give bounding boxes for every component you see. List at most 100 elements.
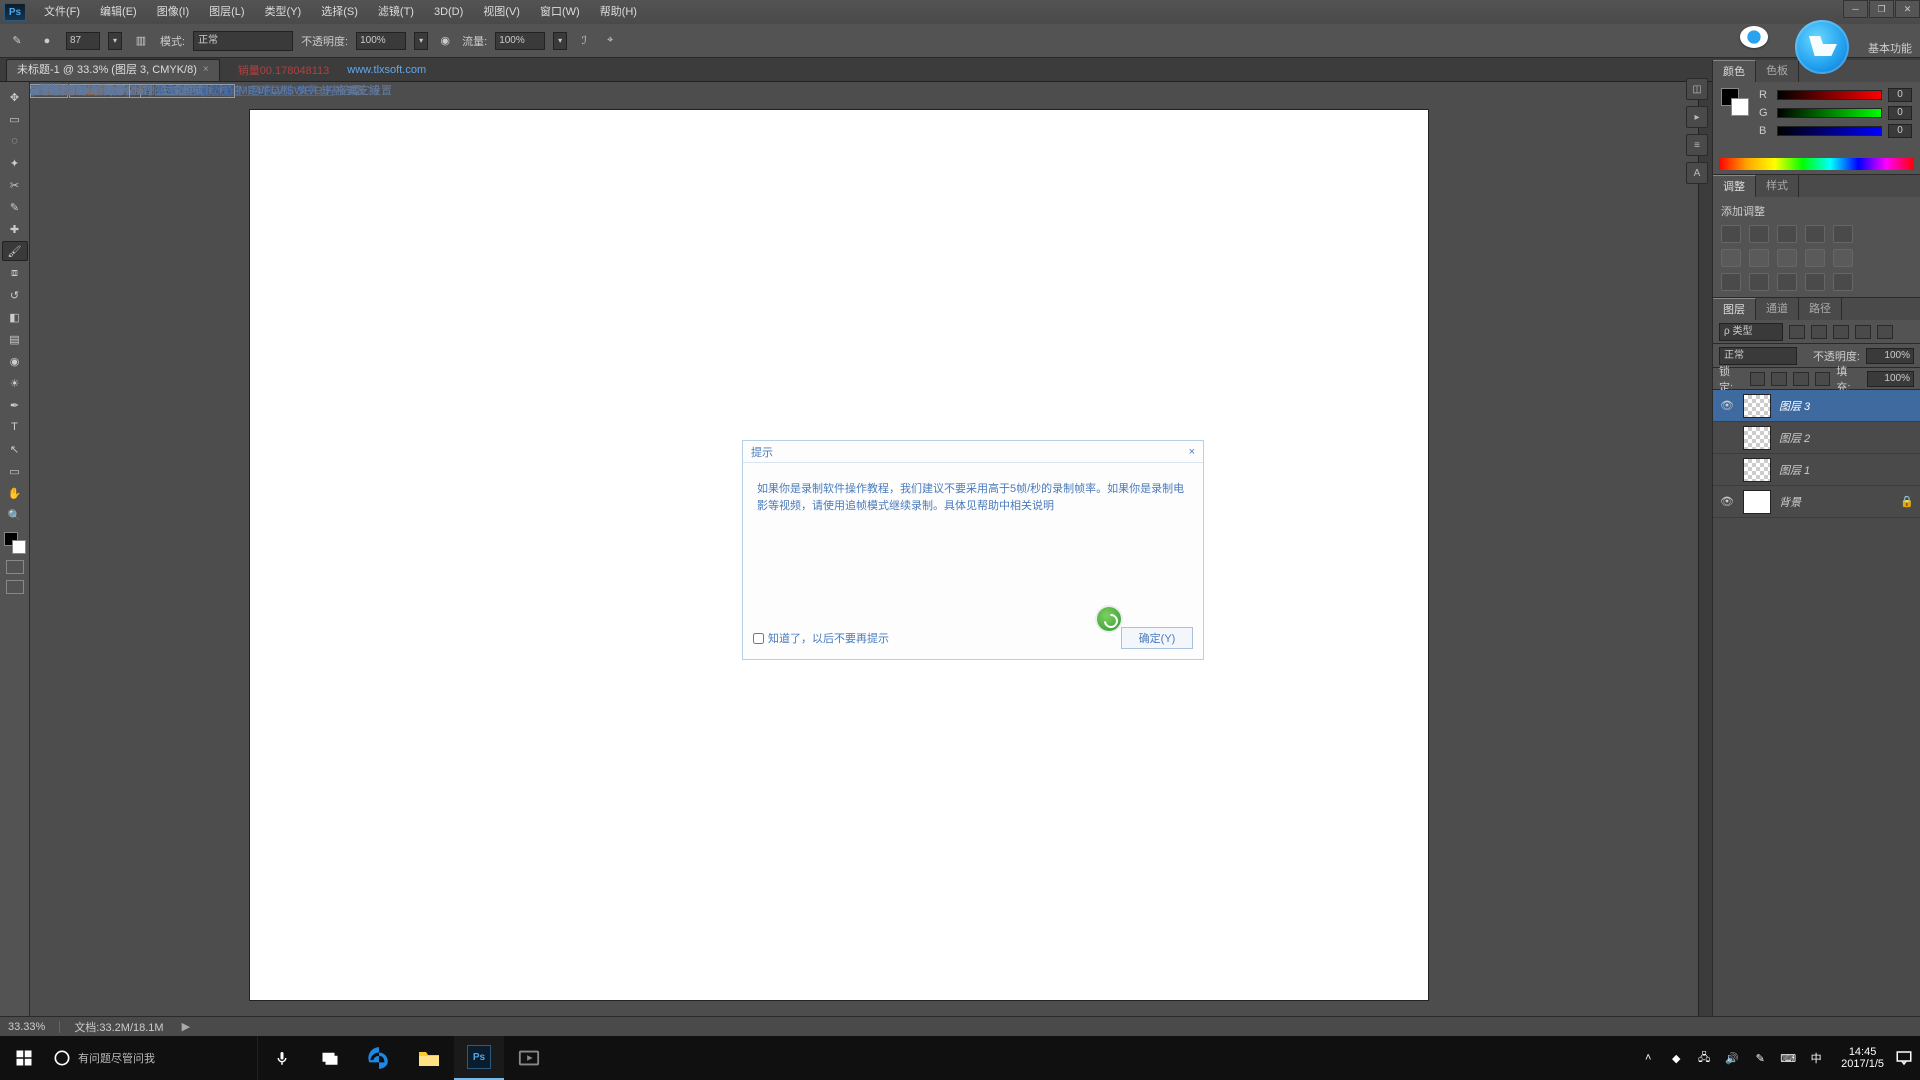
dont-show-checkbox[interactable]: 知道了，以后不要再提示 bbox=[753, 630, 889, 646]
tray-keyboard-icon[interactable]: ⌨ bbox=[1779, 1049, 1797, 1067]
tab-paths[interactable]: 路径 bbox=[1799, 298, 1842, 320]
layer-name[interactable]: 图层 2 bbox=[1779, 430, 1892, 446]
move-tool[interactable]: ✥ bbox=[2, 87, 28, 107]
opacity-dropdown-icon[interactable]: ▾ bbox=[414, 32, 428, 50]
g-value[interactable]: 0 bbox=[1888, 106, 1912, 120]
adj-bw-icon[interactable] bbox=[1749, 249, 1769, 267]
adj-brightness-icon[interactable] bbox=[1721, 225, 1741, 243]
window-minimize-button[interactable]: ─ bbox=[1843, 0, 1868, 18]
lock-pixel-icon[interactable] bbox=[1771, 372, 1787, 386]
adj-selcolor-icon[interactable] bbox=[1833, 273, 1853, 291]
task-view-icon[interactable] bbox=[306, 1036, 354, 1080]
flow-dropdown-icon[interactable]: ▾ bbox=[553, 32, 567, 50]
g-slider[interactable] bbox=[1777, 108, 1882, 118]
lock-all-icon[interactable] bbox=[1815, 372, 1831, 386]
filter-adjust-icon[interactable] bbox=[1811, 325, 1827, 339]
tray-security-icon[interactable]: ◆ bbox=[1667, 1049, 1685, 1067]
adj-vibrance-icon[interactable] bbox=[1833, 225, 1853, 243]
adj-curves-icon[interactable] bbox=[1777, 225, 1797, 243]
dialog-close-icon[interactable]: × bbox=[1189, 446, 1195, 458]
adj-exposure-icon[interactable] bbox=[1805, 225, 1825, 243]
tray-up-icon[interactable]: ˄ bbox=[1639, 1049, 1657, 1067]
healing-tool[interactable]: ✚ bbox=[2, 219, 28, 239]
blur-tool[interactable]: ◉ bbox=[2, 351, 28, 371]
layer-row[interactable]: 图层 2 bbox=[1713, 422, 1920, 454]
tab-adjustments[interactable]: 调整 bbox=[1713, 175, 1756, 197]
pen-tool[interactable]: ✒ bbox=[2, 395, 28, 415]
menu-filter[interactable]: 滤镜(T) bbox=[368, 0, 424, 24]
window-close-button[interactable]: ✕ bbox=[1895, 0, 1920, 18]
layer-thumbnail[interactable] bbox=[1743, 394, 1771, 418]
brush-preset-icon[interactable]: ✎ bbox=[6, 30, 28, 52]
menu-3d[interactable]: 3D(D) bbox=[424, 0, 473, 24]
tab-styles[interactable]: 样式 bbox=[1756, 175, 1799, 197]
panel-fgbg-swatch[interactable] bbox=[1721, 88, 1749, 116]
brush-panel-icon[interactable]: ▥ bbox=[130, 30, 152, 52]
adj-invert-icon[interactable] bbox=[1721, 273, 1741, 291]
properties-panel-icon[interactable]: ≡ bbox=[1686, 134, 1708, 156]
crop-tool[interactable]: ✂ bbox=[2, 175, 28, 195]
lasso-tool[interactable]: ◌ bbox=[2, 131, 28, 151]
document-tab[interactable]: 未标题-1 @ 33.3% (图层 3, CMYK/8) × bbox=[6, 59, 220, 81]
b-value[interactable]: 0 bbox=[1888, 124, 1912, 138]
menu-help[interactable]: 帮助(H) bbox=[590, 0, 647, 24]
tray-network-icon[interactable]: 🖧 bbox=[1695, 1049, 1713, 1067]
quickmask-icon[interactable] bbox=[6, 560, 24, 574]
eyedropper-tool[interactable]: ✎ bbox=[2, 197, 28, 217]
layer-thumbnail[interactable] bbox=[1743, 426, 1771, 450]
adj-poster-icon[interactable] bbox=[1749, 273, 1769, 291]
path-select-tool[interactable]: ↖ bbox=[2, 439, 28, 459]
adj-lookup-icon[interactable] bbox=[1833, 249, 1853, 267]
hand-tool[interactable]: ✋ bbox=[2, 483, 28, 503]
window-restore-button[interactable]: ❐ bbox=[1869, 0, 1894, 18]
flow-input[interactable]: 100% bbox=[495, 32, 545, 50]
menu-file[interactable]: 文件(F) bbox=[34, 0, 90, 24]
tray-pen-icon[interactable]: ✎ bbox=[1751, 1049, 1769, 1067]
tab-layers[interactable]: 图层 bbox=[1713, 298, 1756, 320]
shape-tool[interactable]: ▭ bbox=[2, 461, 28, 481]
layer-thumbnail[interactable] bbox=[1743, 490, 1771, 514]
adj-levels-icon[interactable] bbox=[1749, 225, 1769, 243]
menu-edit[interactable]: 编辑(E) bbox=[90, 0, 147, 24]
adj-thresh-icon[interactable] bbox=[1777, 273, 1797, 291]
taskbar-clock[interactable]: 14:452017/1/5 bbox=[1841, 1046, 1884, 1070]
document-canvas[interactable]: 提示 × 如果你是录制软件操作教程，我们建议不要采用高于5帧/秒的录制帧率。如果… bbox=[250, 110, 1428, 1000]
start-button[interactable] bbox=[0, 1036, 48, 1080]
brush-tool[interactable]: 🖌 bbox=[2, 241, 28, 261]
history-panel-icon[interactable]: ◫ bbox=[1686, 78, 1708, 100]
layer-row[interactable]: 👁背景🔒 bbox=[1713, 486, 1920, 518]
zoom-tool[interactable]: 🔍 bbox=[2, 505, 28, 525]
hue-strip[interactable] bbox=[1719, 158, 1914, 170]
screenmode-icon[interactable] bbox=[6, 580, 24, 594]
recorder-app-icon[interactable] bbox=[504, 1036, 554, 1080]
actions-panel-icon[interactable]: ▸ bbox=[1686, 106, 1708, 128]
tab-color[interactable]: 颜色 bbox=[1713, 60, 1756, 82]
visibility-icon[interactable]: 👁 bbox=[1719, 399, 1735, 412]
layer-thumbnail[interactable] bbox=[1743, 458, 1771, 482]
menu-view[interactable]: 视图(V) bbox=[473, 0, 530, 24]
filter-pixel-icon[interactable] bbox=[1789, 325, 1805, 339]
adj-photo-icon[interactable] bbox=[1777, 249, 1797, 267]
tab-close-icon[interactable]: × bbox=[203, 59, 209, 81]
adj-hue-icon[interactable] bbox=[1721, 249, 1741, 267]
brush-dot-icon[interactable]: ● bbox=[36, 30, 58, 52]
brush-size-dropdown-icon[interactable]: ▾ bbox=[108, 32, 122, 50]
layer-name[interactable]: 图层 3 bbox=[1779, 398, 1892, 414]
dialog-ok-button[interactable]: 确定(Y) bbox=[1121, 627, 1193, 649]
layer-name[interactable]: 图层 1 bbox=[1779, 462, 1892, 478]
layer-row[interactable]: 图层 1 bbox=[1713, 454, 1920, 486]
explorer-app-icon[interactable] bbox=[404, 1036, 454, 1080]
eraser-tool[interactable]: ◧ bbox=[2, 307, 28, 327]
layer-filter-select[interactable]: ρ 类型 bbox=[1719, 323, 1783, 341]
layer-row[interactable]: 👁 图层 3 bbox=[1713, 390, 1920, 422]
wand-tool[interactable]: ✦ bbox=[2, 153, 28, 173]
type-tool[interactable]: T bbox=[2, 417, 28, 437]
status-flyout-icon[interactable]: ▶ bbox=[182, 1020, 190, 1033]
tray-volume-icon[interactable]: 🔊 bbox=[1723, 1049, 1741, 1067]
cortana-search[interactable]: 有问题尽管问我 bbox=[48, 1036, 258, 1080]
menu-type[interactable]: 类型(Y) bbox=[255, 0, 312, 24]
layer-opacity-input[interactable]: 100% bbox=[1866, 348, 1914, 364]
foreground-background-swatch[interactable] bbox=[4, 532, 26, 554]
photoshop-app-icon[interactable]: Ps bbox=[454, 1036, 504, 1080]
marquee-tool[interactable]: ▭ bbox=[2, 109, 28, 129]
